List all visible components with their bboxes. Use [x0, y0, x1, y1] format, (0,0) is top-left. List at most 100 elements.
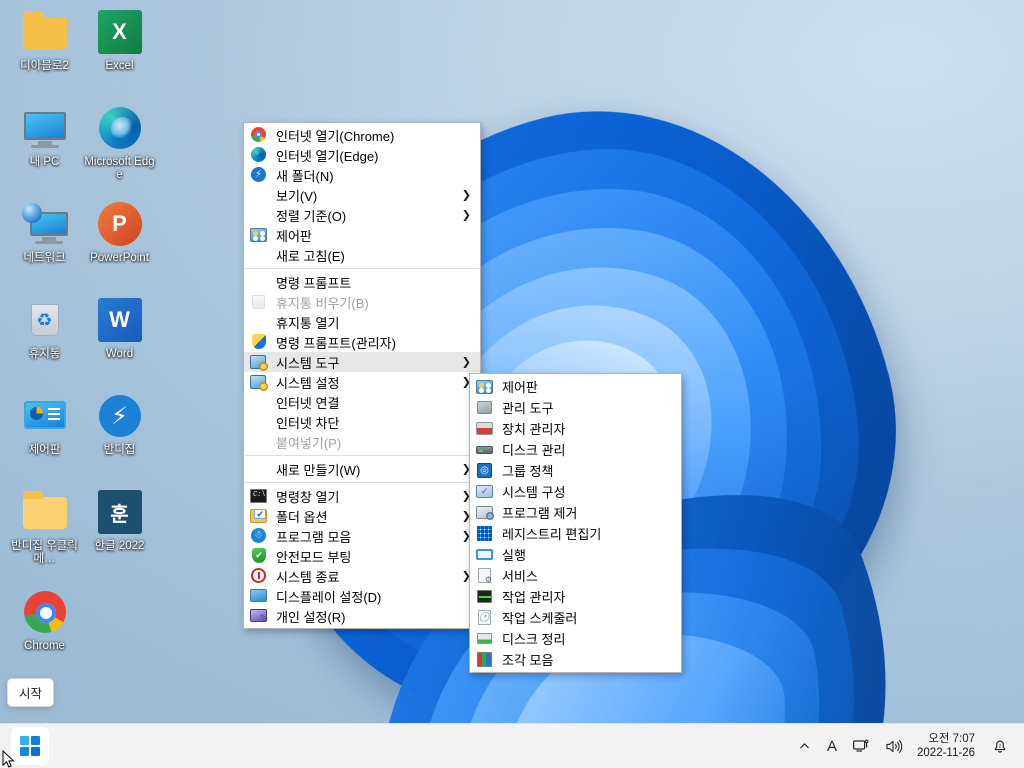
menu-item-open-recycle-bin[interactable]: 휴지통 열기: [244, 312, 480, 332]
menu-item-label: 인터넷 열기(Chrome): [276, 128, 395, 144]
chevron-right-icon: ❯: [461, 356, 471, 369]
desktop-icon-edge[interactable]: Microsoft Edge: [82, 104, 157, 182]
desktop-icon-label: Microsoft Edge: [84, 156, 155, 181]
this-pc-icon: [21, 104, 69, 152]
chrome-icon: [21, 588, 69, 636]
desktop-icon-control-panel[interactable]: 제어판: [7, 392, 82, 457]
submenu-item-control-panel[interactable]: 제어판: [470, 376, 681, 397]
desktop-icon-label: 네트워크: [23, 252, 66, 264]
submenu-item-msconfig[interactable]: 시스템 구성: [470, 481, 681, 502]
desktop-icon-chrome[interactable]: Chrome: [7, 588, 82, 653]
menu-item-label: 폴더 옵션: [276, 509, 328, 525]
menu-item-control-panel[interactable]: 제어판: [244, 225, 480, 245]
menu-item-internet-block[interactable]: 인터넷 차단: [244, 412, 480, 432]
submenu-item-task-manager[interactable]: 작업 관리자: [470, 586, 681, 607]
power-icon: [250, 568, 268, 584]
menu-item-new-folder[interactable]: 새 폴더(N): [244, 165, 480, 185]
menu-item-system-settings[interactable]: 시스템 설정 ❯: [244, 372, 480, 392]
desktop-icon-label: 내 PC: [29, 156, 60, 168]
menu-item-internet-connect[interactable]: 인터넷 연결: [244, 392, 480, 412]
menu-item-label: 조각 모음: [502, 653, 554, 668]
menu-item-open-command-window[interactable]: 명령창 열기 ❯: [244, 486, 480, 506]
menu-item-shutdown[interactable]: 시스템 종료 ❯: [244, 566, 480, 586]
menu-item-label: 시스템 설정: [276, 375, 340, 391]
menu-item-command-prompt[interactable]: 명령 프롬프트: [244, 272, 480, 292]
menu-item-label: 디스크 관리: [502, 443, 566, 458]
network-icon: [21, 200, 69, 248]
menu-item-label: 시스템 구성: [502, 485, 566, 500]
menu-item-label: 보기(V): [276, 188, 318, 204]
desktop-icon-network[interactable]: 네트워크: [7, 200, 82, 265]
menu-item-view[interactable]: 보기(V) ❯: [244, 185, 480, 205]
submenu-item-admin-tools[interactable]: 관리 도구: [470, 397, 681, 418]
menu-item-label: 개인 설정(R): [276, 609, 346, 625]
menu-separator: [245, 268, 479, 269]
menu-item-display-settings[interactable]: 디스플레이 설정(D): [244, 586, 480, 606]
submenu-item-disk-management[interactable]: 디스크 관리: [470, 439, 681, 460]
submenu-item-defrag[interactable]: 조각 모음: [470, 649, 681, 670]
submenu-item-uninstall-program[interactable]: 프로그램 제거: [470, 502, 681, 523]
network-icon[interactable]: [845, 727, 878, 765]
desktop-icon-label: 제어판: [28, 444, 61, 456]
submenu-item-services[interactable]: 서비스: [470, 565, 681, 586]
desktop-icon-bandizip[interactable]: 반디집: [82, 392, 157, 457]
submenu-item-disk-cleanup[interactable]: 디스크 정리: [470, 628, 681, 649]
desktop-icon-word[interactable]: W Word: [82, 296, 157, 361]
desktop-icon-excel[interactable]: X Excel: [82, 8, 157, 73]
group-policy-icon: [476, 462, 494, 479]
desktop-icon-hangul-2022[interactable]: 훈 한글 2022: [82, 488, 157, 553]
start-button[interactable]: [11, 727, 49, 765]
menu-item-system-tools[interactable]: 시스템 도구 ❯: [244, 352, 480, 372]
menu-item-label: 작업 스케줄러: [502, 611, 578, 626]
menu-item-label: 제어판: [502, 380, 538, 395]
desktop-context-menu[interactable]: 인터넷 열기(Chrome) 인터넷 열기(Edge) 새 폴더(N) 보기(V…: [243, 122, 481, 629]
bell-dnd-icon[interactable]: z: [984, 727, 1016, 765]
menu-item-label: 프로그램 제거: [502, 506, 578, 521]
menu-item-label: 명령창 열기: [276, 489, 340, 505]
menu-item-personalize[interactable]: 개인 설정(R): [244, 606, 480, 626]
desktop-icon-diablo2[interactable]: 디아블로2: [7, 8, 82, 73]
system-tools-submenu[interactable]: 제어판 관리 도구 장치 관리자 디스크 관리 그룹 정책 시스템 구성 프로그…: [469, 373, 682, 673]
menu-item-open-internet-chrome[interactable]: 인터넷 열기(Chrome): [244, 125, 480, 145]
menu-item-new[interactable]: 새로 만들기(W) ❯: [244, 459, 480, 479]
desktop-icon-powerpoint[interactable]: P PowerPoint: [82, 200, 157, 265]
control-panel-icon: [476, 379, 494, 395]
system-tray[interactable]: A 오전 7:07 2022-11-26 z: [790, 727, 1024, 765]
taskbar-clock[interactable]: 오전 7:07 2022-11-26: [911, 732, 984, 760]
submenu-item-run[interactable]: 실행: [470, 544, 681, 565]
control-panel-icon: [21, 392, 69, 440]
submenu-item-registry-editor[interactable]: 레지스트리 편집기: [470, 523, 681, 544]
menu-item-sort-by[interactable]: 정렬 기준(O) ❯: [244, 205, 480, 225]
folder-shortcut-icon: [21, 488, 69, 536]
ime-indicator[interactable]: A: [819, 727, 845, 765]
menu-item-label: 실행: [502, 548, 526, 563]
submenu-item-task-scheduler[interactable]: 작업 스케줄러: [470, 607, 681, 628]
desktop-icon-label: 한글 2022: [94, 540, 145, 552]
menu-item-programs[interactable]: 프로그램 모음 ❯: [244, 526, 480, 546]
taskbar[interactable]: A 오전 7:07 2022-11-26 z: [0, 723, 1024, 768]
desktop-icon-bandizip-rightclick-menu[interactable]: 반디집 우클릭메…: [7, 488, 82, 566]
folder-icon: [21, 8, 69, 56]
menu-item-label: 시스템 종료: [276, 569, 340, 585]
desktop-icon-recycle-bin[interactable]: 휴지통: [7, 296, 82, 361]
display-settings-icon: [250, 588, 268, 604]
no-icon: [250, 207, 268, 223]
menu-item-label: 디스크 정리: [502, 632, 566, 647]
recycle-bin-icon: [250, 294, 268, 310]
windows-logo-icon: [20, 736, 40, 756]
submenu-item-group-policy[interactable]: 그룹 정책: [470, 460, 681, 481]
speaker-icon[interactable]: [878, 727, 911, 765]
system-tools-icon: [250, 354, 268, 371]
no-icon: [250, 414, 268, 430]
menu-item-open-internet-edge[interactable]: 인터넷 열기(Edge): [244, 145, 480, 165]
ime-label: A: [827, 737, 838, 755]
menu-item-label: 인터넷 연결: [276, 395, 340, 411]
submenu-item-device-manager[interactable]: 장치 관리자: [470, 418, 681, 439]
tray-overflow-chevron-up-icon[interactable]: [790, 727, 819, 765]
desktop-icon-this-pc[interactable]: 내 PC: [7, 104, 82, 169]
menu-item-command-prompt-admin[interactable]: 명령 프롬프트(관리자): [244, 332, 480, 352]
menu-item-folder-options[interactable]: 폴더 옵션 ❯: [244, 506, 480, 526]
menu-item-safe-mode-boot[interactable]: 안전모드 부팅: [244, 546, 480, 566]
menu-item-label: 인터넷 열기(Edge): [276, 148, 379, 164]
menu-item-refresh[interactable]: 새로 고침(E): [244, 245, 480, 265]
